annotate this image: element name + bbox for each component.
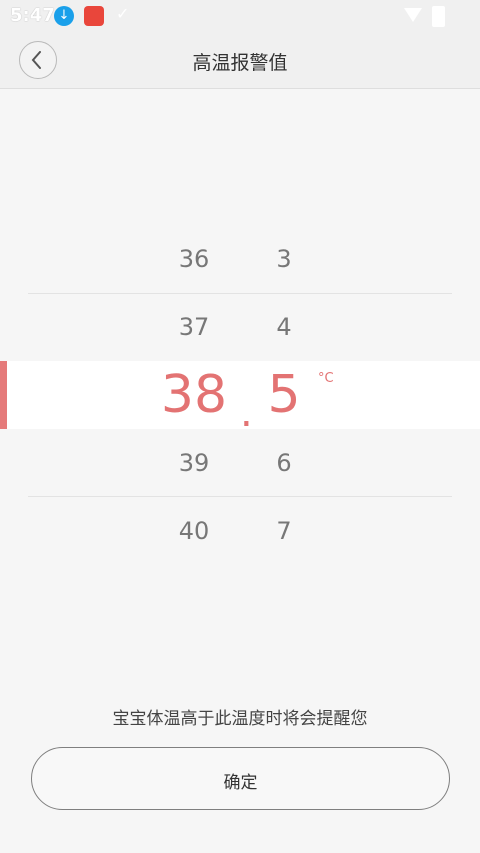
confirm-button[interactable]: 确定 [31, 747, 450, 810]
download-icon: ↓ [54, 6, 74, 26]
picker-row[interactable]: 40 7 [0, 497, 480, 565]
temperature-picker[interactable]: 36 3 37 4 38 5 . °C 39 6 40 7 [0, 225, 480, 565]
picker-row[interactable]: 37 4 [0, 293, 480, 361]
integer-option[interactable]: 40 [154, 517, 234, 545]
status-bar: 5:47 ↓ ✓ [0, 0, 480, 32]
unit-label: °C [318, 371, 334, 386]
app-notification-icon [84, 6, 104, 26]
check-icon: ✓ [116, 4, 130, 23]
confirm-label: 确定 [223, 773, 258, 793]
wifi-icon [404, 8, 422, 22]
decimal-option[interactable]: 4 [244, 313, 324, 341]
header: 高温报警值 [0, 32, 480, 89]
decimal-option[interactable]: 7 [244, 517, 324, 545]
integer-option[interactable]: 37 [154, 313, 234, 341]
decimal-option[interactable]: 3 [244, 245, 324, 273]
selected-integer[interactable]: 38 [154, 365, 234, 425]
status-time: 5:47 [10, 5, 55, 26]
picker-row[interactable]: 39 6 [0, 429, 480, 497]
integer-option[interactable]: 39 [154, 449, 234, 477]
picker-row[interactable]: 36 3 [0, 225, 480, 293]
decimal-option[interactable]: 6 [244, 449, 324, 477]
selected-decimal[interactable]: 5 [244, 365, 324, 425]
integer-option[interactable]: 36 [154, 245, 234, 273]
page-title: 高温报警值 [192, 52, 288, 74]
battery-icon [432, 6, 445, 27]
hint-text: 宝宝体温高于此温度时将会提醒您 [112, 709, 368, 729]
